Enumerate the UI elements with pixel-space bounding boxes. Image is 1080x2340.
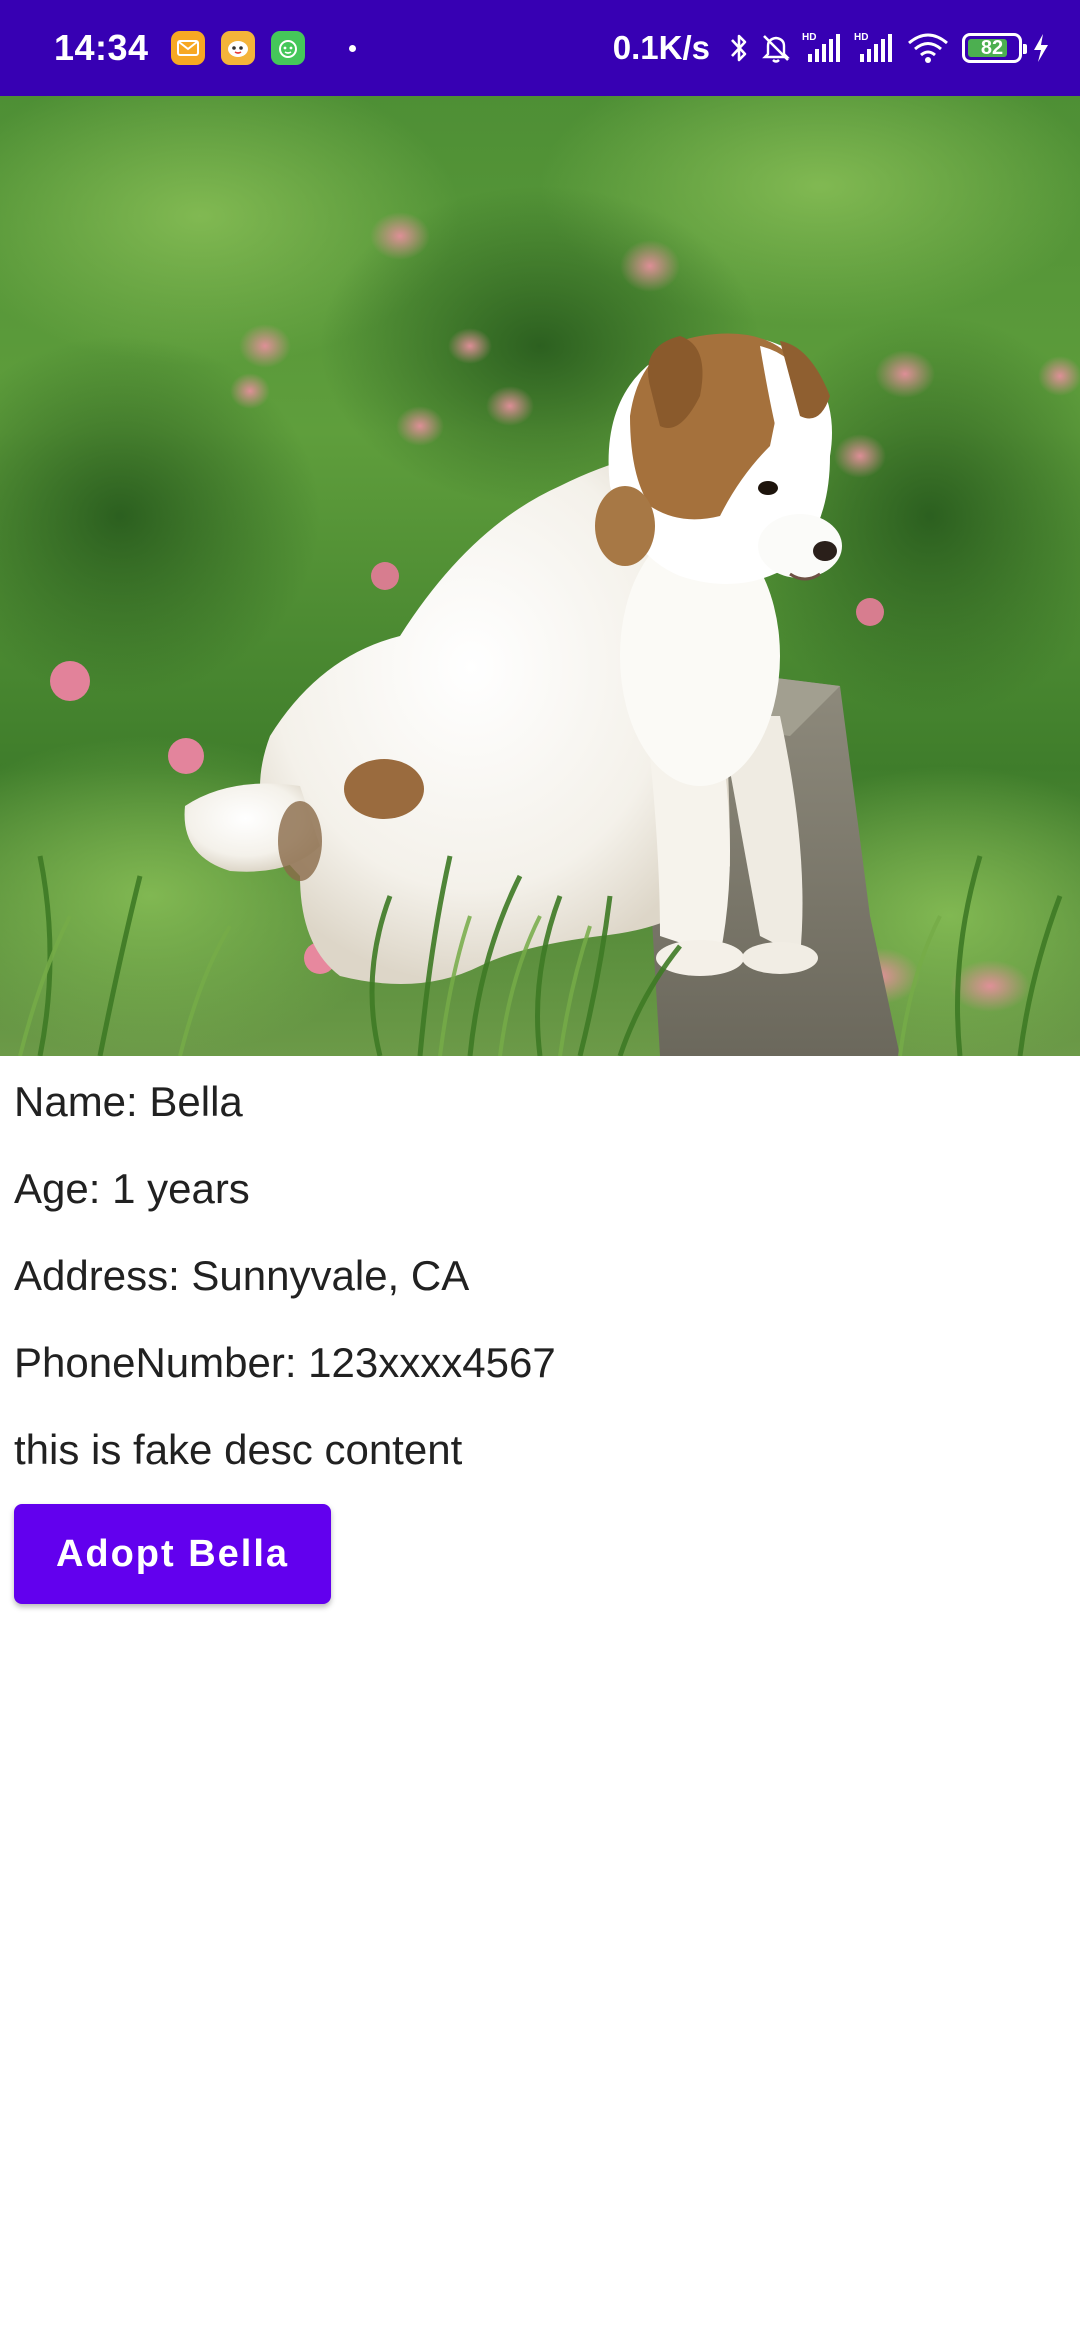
mute-icon <box>758 30 794 66</box>
svg-text:HD: HD <box>854 32 868 43</box>
svg-text:HD: HD <box>802 32 816 43</box>
pet-age: Age: 1 years <box>14 1165 250 1212</box>
status-bar-right: 0.1K/s HD HD 82 <box>613 29 1052 67</box>
clock: 14:34 <box>54 27 149 68</box>
mail-icon <box>170 31 205 65</box>
chat-app-icon <box>220 31 255 65</box>
charging-icon <box>1030 32 1052 64</box>
pet-address: Address: Sunnyvale, CA <box>14 1252 470 1299</box>
adopt-button[interactable]: Adopt Bella <box>14 1504 331 1604</box>
bluetooth-icon <box>728 30 750 66</box>
status-bar: 14:34 0.1K/s HD HD 82 <box>0 0 1080 96</box>
dog-photo <box>0 96 1080 1056</box>
pet-name: Name: Bella <box>14 1078 243 1125</box>
signal-hd-icon: HD <box>854 30 898 66</box>
battery-level: 82 <box>980 37 1004 59</box>
network-speed: 0.1K/s <box>612 29 710 66</box>
battery-cap <box>1023 44 1027 54</box>
status-bar-left: 14:34 <box>54 27 356 69</box>
more-notifications-dot <box>348 44 356 52</box>
battery-icon: 82 <box>962 33 1027 63</box>
signal-hd-icon: HD <box>802 30 846 66</box>
pet-phone-number: PhoneNumber: 123xxxx4567 <box>14 1339 556 1386</box>
green-app-icon <box>270 31 305 65</box>
pet-description: this is fake desc content <box>14 1426 463 1473</box>
pet-photo <box>0 96 1080 1056</box>
pet-details: Name: Bella Age: 1 years Address: Sunnyv… <box>14 1056 1064 1493</box>
wifi-icon <box>906 30 950 66</box>
